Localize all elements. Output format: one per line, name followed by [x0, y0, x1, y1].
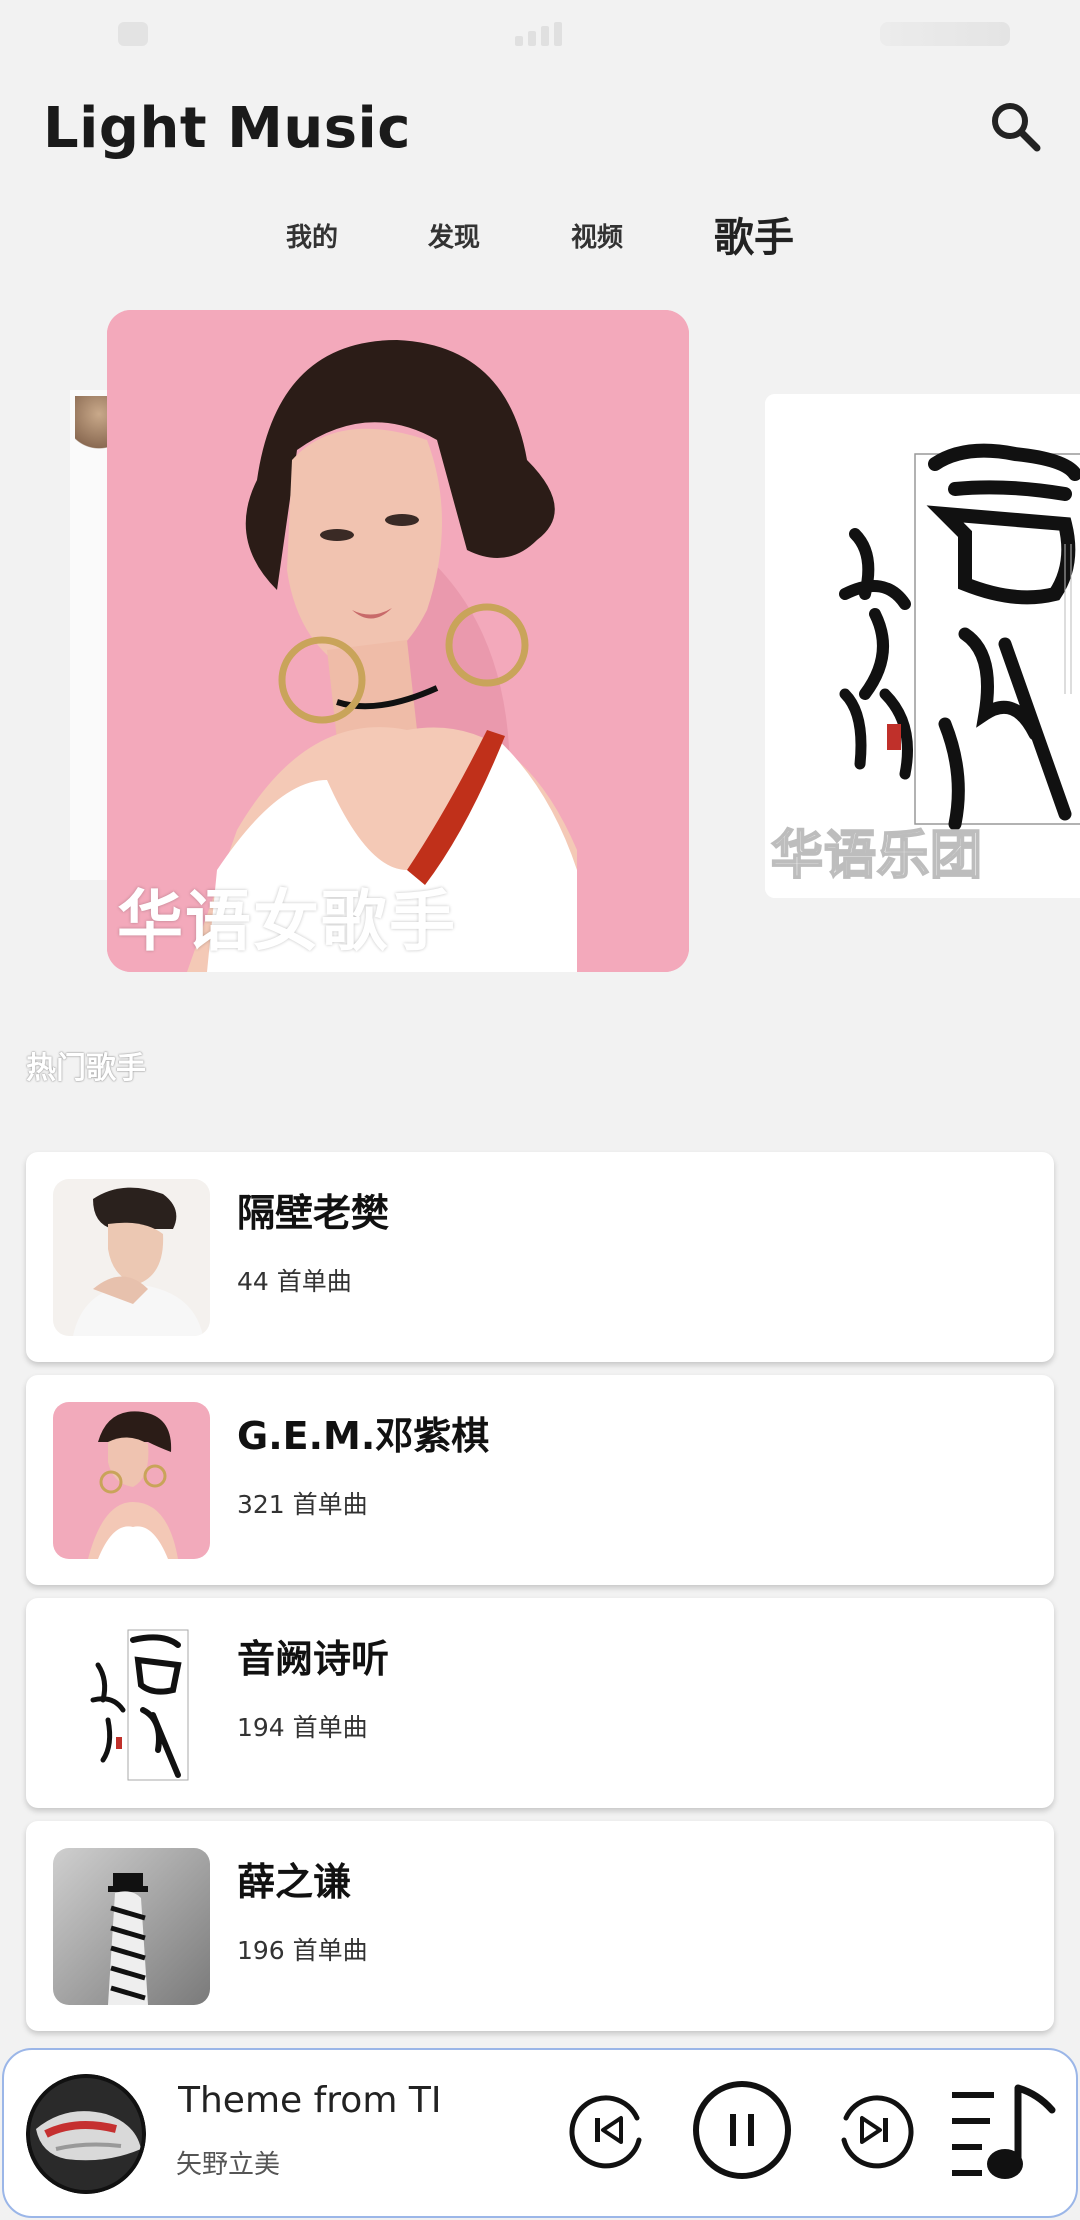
song-count: 321 首单曲 — [237, 1490, 368, 1519]
playlist-button[interactable] — [948, 2080, 1058, 2188]
carousel-card-label: 华语女歌手 — [117, 883, 457, 960]
singer-row[interactable]: G.E.M.邓紫棋 321 首单曲 — [26, 1375, 1054, 1585]
song-count: 194 首单曲 — [237, 1713, 368, 1742]
singer-name: 音阙诗听 — [237, 1637, 390, 1681]
app-title: Light Music — [43, 96, 411, 161]
previous-button[interactable] — [567, 2088, 651, 2172]
now-playing-artist: 矢野立美 — [176, 2150, 281, 2180]
mini-player[interactable]: Theme from TI 矢野立美 — [2, 2048, 1078, 2218]
carousel-card-label: 华语乐团 — [770, 825, 984, 887]
singer-avatar — [53, 1179, 210, 1336]
next-button[interactable] — [832, 2088, 916, 2172]
tab-singers[interactable]: 歌手 — [714, 205, 794, 263]
pause-icon — [693, 2081, 791, 2179]
category-tabs: 我的 发现 视频 歌手 — [0, 205, 1080, 265]
signal-icon — [515, 22, 575, 46]
category-carousel: 华语女歌手 华语乐团 — [0, 310, 1080, 990]
singer-list: 隔壁老樊 44 首单曲 G.E.M.邓紫棋 321 首单曲 音阙诗听 194 首… — [26, 1152, 1054, 2044]
tab-mine[interactable]: 我的 — [286, 217, 338, 254]
singer-name: 隔壁老樊 — [237, 1191, 390, 1235]
playlist-icon — [952, 2084, 1056, 2179]
tab-discover[interactable]: 发现 — [428, 217, 480, 254]
previous-icon — [569, 2095, 642, 2169]
singer-name: G.E.M.邓紫棋 — [237, 1414, 490, 1458]
singer-name: 薛之谦 — [237, 1860, 352, 1904]
next-icon — [841, 2095, 914, 2169]
singer-row[interactable]: 薛之谦 196 首单曲 — [26, 1821, 1054, 2031]
carousel-card-current[interactable]: 华语女歌手 — [107, 310, 689, 972]
singer-row[interactable]: 音阙诗听 194 首单曲 — [26, 1598, 1054, 1808]
now-playing-title: Theme from TI — [178, 2080, 442, 2121]
app-screen: Light Music 我的 发现 视频 歌手 华语女歌手 华语乐团 热门歌手 … — [0, 0, 1080, 2220]
singer-avatar — [53, 1848, 210, 2005]
singer-avatar — [53, 1402, 210, 1559]
search-button[interactable] — [985, 96, 1049, 160]
status-notification-icon — [118, 22, 148, 46]
song-count: 44 首单曲 — [237, 1267, 352, 1296]
status-bar — [0, 0, 1080, 70]
carousel-card-next[interactable]: 华语乐团 — [765, 394, 1080, 898]
pause-button[interactable] — [690, 2078, 794, 2182]
album-art[interactable] — [26, 2074, 146, 2194]
search-icon — [992, 103, 1041, 152]
section-title-hot-singers: 热门歌手 — [26, 1051, 146, 1086]
tab-video[interactable]: 视频 — [571, 217, 623, 254]
singer-row[interactable]: 隔壁老樊 44 首单曲 — [26, 1152, 1054, 1362]
song-count: 196 首单曲 — [237, 1936, 368, 1965]
singer-avatar — [53, 1625, 210, 1782]
battery-icon — [880, 22, 1010, 46]
